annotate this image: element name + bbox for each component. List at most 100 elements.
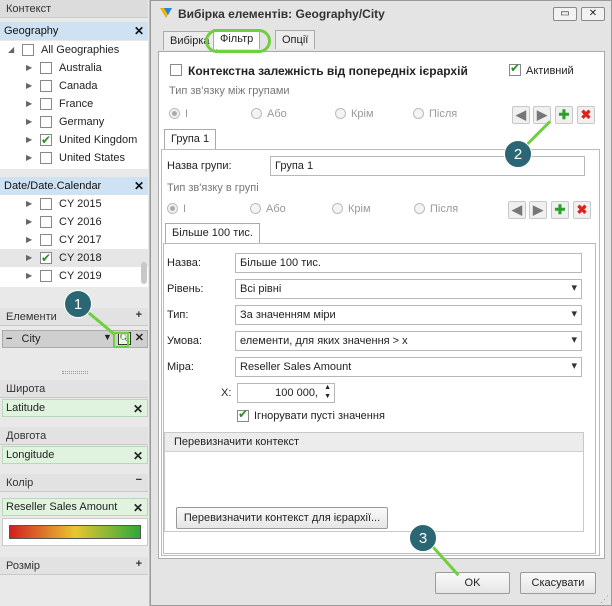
expand-arrow-icon[interactable]: ▶ — [26, 267, 32, 285]
dialog-title: Вибірка елементів: Geography/City — [178, 7, 385, 21]
splitter-handle[interactable] — [62, 371, 88, 374]
minus-icon[interactable]: − — [6, 333, 12, 345]
geography-filter-header[interactable]: Geography ✕ — [0, 22, 148, 40]
tab-condition[interactable]: Більше 100 тис. — [165, 223, 260, 243]
radio-label: Або — [267, 108, 287, 120]
date-tree-item[interactable]: ▶ CY 2018 — [0, 249, 148, 267]
longitude-field[interactable]: Longitude ✕ — [2, 446, 148, 464]
item-checkbox[interactable] — [40, 198, 52, 210]
item-checkbox[interactable] — [40, 152, 52, 164]
link-radio-2[interactable]: Крім — [335, 108, 374, 120]
geo-tree-item[interactable]: ▶ France — [0, 95, 148, 113]
color-field[interactable]: Reseller Sales Amount ✕ — [2, 498, 148, 516]
type-select[interactable]: За значенням міри — [235, 305, 582, 325]
delete-condition-icon[interactable]: ✖ — [573, 201, 591, 219]
date-filter-header[interactable]: Date/Date.Calendar ✕ — [0, 177, 148, 195]
context-dependency-checkbox[interactable] — [170, 64, 182, 76]
level-select[interactable]: Всі рівні — [235, 279, 582, 299]
close-icon[interactable]: ✕ — [134, 24, 144, 38]
add-condition-icon[interactable]: ✚ — [551, 201, 569, 219]
close-icon[interactable]: ✕ — [133, 501, 143, 515]
override-context-button[interactable]: Перевизначити контекст для ієрархії... — [176, 507, 388, 529]
link-radio-3[interactable]: Після — [414, 203, 458, 215]
radio-circle-icon — [169, 108, 180, 119]
link-radio-0[interactable]: І — [169, 108, 188, 120]
item-checkbox[interactable] — [40, 80, 52, 92]
latitude-field[interactable]: Latitude ✕ — [2, 399, 148, 417]
tab-options[interactable]: Опції — [275, 30, 316, 49]
link-radio-1[interactable]: Або — [250, 203, 286, 215]
item-label: France — [59, 98, 94, 110]
tab-group-1[interactable]: Група 1 — [164, 129, 217, 149]
date-tree-item[interactable]: ▶ CY 2017 — [0, 231, 148, 249]
geo-tree-item[interactable]: ▶ Canada — [0, 77, 148, 95]
type-label: Тип: — [167, 309, 189, 321]
item-checkbox[interactable] — [40, 216, 52, 228]
expand-arrow-icon[interactable]: ▶ — [26, 59, 32, 77]
item-checkbox[interactable] — [40, 234, 52, 246]
link-radio-1[interactable]: Або — [251, 108, 287, 120]
expanded-arrow-icon[interactable]: ◢ — [8, 41, 14, 59]
arrow-left-icon[interactable]: ◀ — [508, 201, 526, 219]
condition-name-input[interactable]: Більше 100 тис. — [235, 253, 582, 273]
item-label: CY 2019 — [59, 270, 102, 282]
scrollbar-thumb[interactable] — [141, 262, 147, 284]
expand-arrow-icon[interactable]: ▶ — [26, 195, 32, 213]
item-checkbox[interactable] — [22, 44, 34, 56]
spinner-arrows-icon[interactable]: ▲ ▼ — [324, 384, 331, 401]
group-panel: Назва групи: Група 1 Тип зв'язку в групі… — [161, 149, 600, 556]
item-checkbox[interactable] — [40, 62, 52, 74]
item-label: All Geographies — [41, 44, 120, 56]
plus-icon[interactable]: + — [136, 558, 142, 570]
expand-arrow-icon[interactable]: ▶ — [26, 131, 32, 149]
expand-arrow-icon[interactable]: ▶ — [26, 95, 32, 113]
resize-grip-icon[interactable]: ⋰ — [600, 594, 609, 605]
minus-icon[interactable]: − — [136, 474, 142, 486]
delete-group-icon[interactable]: ✖ — [577, 106, 595, 124]
expand-arrow-icon[interactable]: ▶ — [26, 213, 32, 231]
geo-tree-item[interactable]: ▶ Australia — [0, 59, 148, 77]
item-checkbox[interactable] — [40, 98, 52, 110]
expand-arrow-icon[interactable]: ▶ — [26, 113, 32, 131]
maximize-button[interactable]: ▭ — [553, 7, 577, 21]
close-icon[interactable]: ✕ — [133, 449, 143, 463]
item-checkbox[interactable] — [40, 270, 52, 282]
expand-arrow-icon[interactable]: ▶ — [26, 77, 32, 95]
condition-select[interactable]: елементи, для яких значення > x — [235, 331, 582, 351]
item-label: CY 2018 — [59, 252, 102, 264]
link-radio-0[interactable]: І — [167, 203, 186, 215]
link-radio-3[interactable]: Після — [413, 108, 457, 120]
color-gradient[interactable] — [9, 525, 141, 539]
radio-circle-icon — [251, 108, 262, 119]
add-group-icon[interactable]: ✚ — [555, 106, 573, 124]
expand-arrow-icon[interactable]: ▶ — [26, 249, 32, 267]
date-tree-item[interactable]: ▶ CY 2019 — [0, 267, 148, 285]
close-button[interactable]: ✕ — [581, 7, 605, 21]
active-checkbox[interactable] — [509, 61, 521, 76]
date-tree-item[interactable]: ▶ CY 2016 — [0, 213, 148, 231]
measure-select[interactable]: Reseller Sales Amount — [235, 357, 582, 377]
geo-tree-item[interactable]: ▶ Germany — [0, 113, 148, 131]
cancel-button[interactable]: Скасувати — [520, 572, 596, 594]
date-tree-item[interactable]: ▶ CY 2015 — [0, 195, 148, 213]
close-icon[interactable]: ✕ — [133, 402, 143, 416]
x-value-spinner[interactable]: 100 000, ▲ ▼ — [237, 383, 335, 403]
ok-button[interactable]: OK — [435, 572, 510, 594]
geo-tree-item[interactable]: ◢ All Geographies — [0, 41, 148, 59]
close-icon[interactable]: ✕ — [135, 331, 144, 344]
ignore-empty-checkbox[interactable] — [237, 407, 249, 422]
expand-arrow-icon[interactable]: ▶ — [26, 149, 32, 167]
expand-arrow-icon[interactable]: ▶ — [26, 231, 32, 249]
plus-icon[interactable]: + — [136, 309, 142, 321]
link-radio-2[interactable]: Крім — [332, 203, 371, 215]
item-checkbox[interactable] — [40, 116, 52, 128]
arrow-right-icon[interactable]: ▶ — [529, 201, 547, 219]
item-checkbox[interactable] — [40, 249, 52, 267]
arrow-left-icon[interactable]: ◀ — [512, 106, 530, 124]
close-icon[interactable]: ✕ — [134, 179, 144, 193]
item-checkbox[interactable] — [40, 131, 52, 149]
group-name-input[interactable]: Група 1 — [270, 156, 585, 176]
item-label: Germany — [59, 116, 105, 128]
geo-tree-item[interactable]: ▶ United States — [0, 149, 148, 167]
geo-tree-item[interactable]: ▶ United Kingdom — [0, 131, 148, 149]
